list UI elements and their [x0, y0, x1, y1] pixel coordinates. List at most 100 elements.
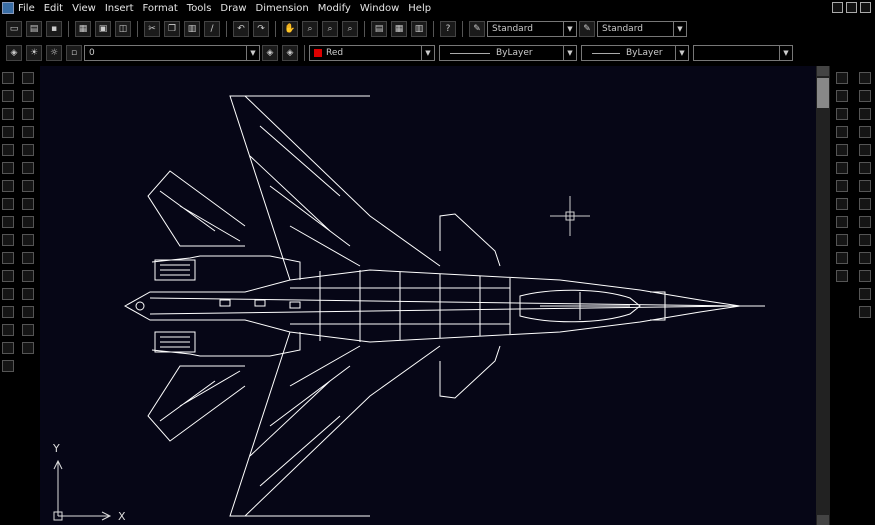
save-icon[interactable]: ▪	[46, 21, 62, 37]
spline-icon[interactable]	[2, 216, 14, 228]
restore-icon[interactable]	[846, 2, 857, 13]
chevron-down-icon[interactable]: ▼	[563, 22, 576, 36]
revcloud-icon[interactable]	[2, 198, 14, 210]
chevron-down-icon[interactable]: ▼	[246, 46, 259, 60]
zoom-window-icon[interactable]	[859, 108, 871, 120]
properties-icon[interactable]: ▤	[371, 21, 387, 37]
undo-icon[interactable]: ↶	[233, 21, 249, 37]
paste-icon[interactable]: ▥	[184, 21, 200, 37]
preview-icon[interactable]: ▣	[95, 21, 111, 37]
properties-icon[interactable]	[859, 144, 871, 156]
menu-dimension[interactable]: Dimension	[256, 3, 309, 14]
layer-manager-icon[interactable]: ◈	[6, 45, 22, 61]
arc-icon[interactable]	[2, 162, 14, 174]
designcenter-icon[interactable]: ▦	[391, 21, 407, 37]
mtext-icon[interactable]	[2, 360, 14, 372]
close-icon[interactable]	[860, 2, 871, 13]
trim-icon[interactable]	[22, 234, 34, 246]
break-icon[interactable]	[836, 270, 848, 282]
polyline-icon[interactable]	[2, 108, 14, 120]
light-bulb-icon[interactable]: ☀	[26, 45, 42, 61]
insert-block-icon[interactable]	[2, 252, 14, 264]
chamfer-icon[interactable]	[22, 306, 34, 318]
menu-modify[interactable]: Modify	[318, 3, 351, 14]
explode-icon[interactable]	[22, 342, 34, 354]
cut-icon[interactable]: ✂	[144, 21, 160, 37]
erase-icon[interactable]	[22, 72, 34, 84]
minimize-icon[interactable]	[832, 2, 843, 13]
help-icon[interactable]: ?	[440, 21, 456, 37]
circle-icon[interactable]	[2, 180, 14, 192]
tool-palettes-icon[interactable]	[859, 180, 871, 192]
designcenter-icon[interactable]	[859, 162, 871, 174]
tool-palettes-icon[interactable]: ▥	[411, 21, 427, 37]
construction-line-icon[interactable]	[859, 234, 871, 246]
help-icon[interactable]	[859, 198, 871, 210]
zoom-icon[interactable]: ⌕	[302, 21, 318, 37]
stretch-icon[interactable]	[836, 216, 848, 228]
offset-icon[interactable]	[22, 126, 34, 138]
trim-icon[interactable]	[836, 234, 848, 246]
chevron-down-icon[interactable]: ▼	[421, 46, 434, 60]
zoom-previous-icon[interactable]: ⌕	[342, 21, 358, 37]
move-icon[interactable]	[22, 162, 34, 174]
menu-edit[interactable]: Edit	[44, 3, 63, 14]
extend-icon[interactable]	[836, 252, 848, 264]
new-icon[interactable]: ▭	[6, 21, 22, 37]
mirror-icon[interactable]	[22, 108, 34, 120]
table-icon[interactable]	[2, 342, 14, 354]
line-icon[interactable]	[859, 216, 871, 228]
offset-icon[interactable]	[836, 126, 848, 138]
menu-format[interactable]: Format	[143, 3, 178, 14]
menu-help[interactable]: Help	[408, 3, 431, 14]
erase-icon[interactable]	[836, 72, 848, 84]
chevron-down-icon[interactable]: ▼	[779, 46, 792, 60]
menu-file[interactable]: File	[18, 3, 35, 14]
rectangle-icon[interactable]	[859, 288, 871, 300]
pan-icon[interactable]: ✋	[282, 21, 298, 37]
copy-object-icon[interactable]	[836, 90, 848, 102]
construction-line-icon[interactable]	[2, 90, 14, 102]
line-icon[interactable]	[2, 72, 14, 84]
polygon-icon[interactable]	[859, 270, 871, 282]
stretch-icon[interactable]	[22, 216, 34, 228]
vertical-scrollbar[interactable]	[816, 66, 830, 525]
plot-icon[interactable]: ◫	[115, 21, 131, 37]
zoom-window-icon[interactable]: ⌕	[322, 21, 338, 37]
ellipse-icon[interactable]	[2, 234, 14, 246]
lock-icon[interactable]: ▫	[66, 45, 82, 61]
scroll-thumb[interactable]	[817, 78, 829, 108]
sun-icon[interactable]: ☼	[46, 45, 62, 61]
join-icon[interactable]	[22, 288, 34, 300]
menu-view[interactable]: View	[72, 3, 96, 14]
chevron-down-icon[interactable]: ▼	[675, 46, 688, 60]
color-combo[interactable]: Red ▼	[309, 45, 435, 61]
array-icon[interactable]	[22, 144, 34, 156]
layer-previous-icon[interactable]: ◈	[282, 45, 298, 61]
rotate-icon[interactable]	[22, 180, 34, 192]
region-icon[interactable]	[2, 324, 14, 336]
point-icon[interactable]	[2, 288, 14, 300]
match-icon[interactable]: /	[204, 21, 220, 37]
open-icon[interactable]: ▤	[26, 21, 42, 37]
mirror-icon[interactable]	[836, 108, 848, 120]
pan-icon[interactable]	[859, 72, 871, 84]
scale-icon[interactable]	[22, 198, 34, 210]
menu-window[interactable]: Window	[360, 3, 399, 14]
chevron-down-icon[interactable]: ▼	[563, 46, 576, 60]
zoom-icon[interactable]	[859, 90, 871, 102]
move-icon[interactable]	[836, 162, 848, 174]
scroll-down-button[interactable]	[817, 515, 829, 525]
break-icon[interactable]	[22, 270, 34, 282]
linetype-combo[interactable]: ByLayer ▼	[439, 45, 577, 61]
scale-icon[interactable]	[836, 198, 848, 210]
layer-combo[interactable]: 0 ▼	[84, 45, 260, 61]
text-style-combo[interactable]: Standard ▼	[487, 21, 577, 37]
polygon-icon[interactable]	[2, 126, 14, 138]
copy-object-icon[interactable]	[22, 90, 34, 102]
fillet-icon[interactable]	[22, 324, 34, 336]
zoom-previous-icon[interactable]	[859, 126, 871, 138]
arc-icon[interactable]	[859, 306, 871, 318]
hatch-icon[interactable]	[2, 306, 14, 318]
drawing-canvas[interactable]: Y X	[40, 66, 816, 525]
